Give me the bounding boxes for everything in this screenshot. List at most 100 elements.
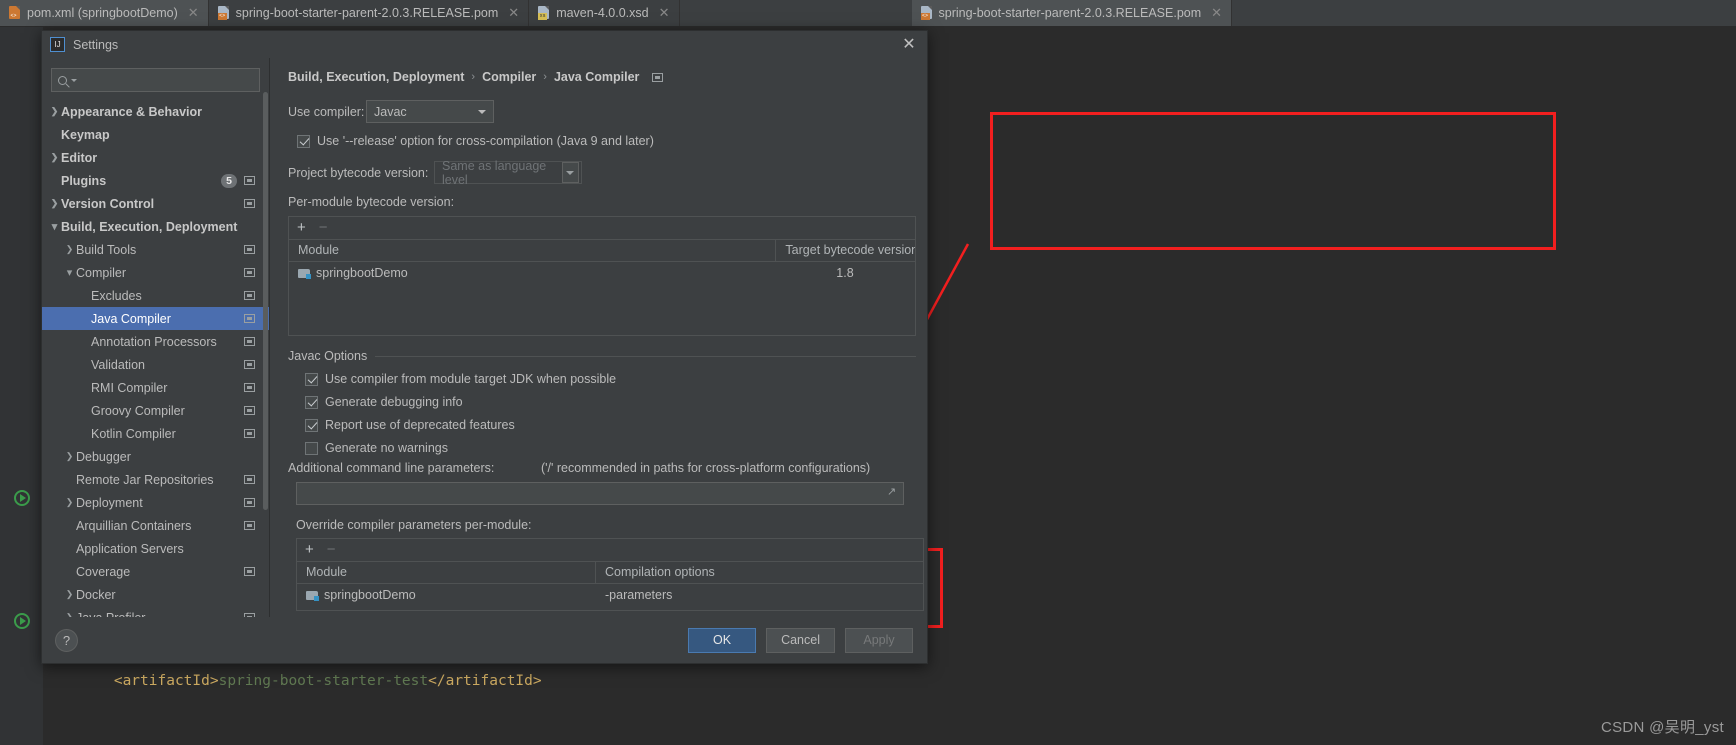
sidebar-item-editor[interactable]: ❯ Editor [42,146,269,169]
sidebar-scrollbar[interactable] [263,92,268,510]
sidebar-item-plugins[interactable]: ❯Plugins5 [42,169,269,192]
column-header-module[interactable]: Module [297,562,596,583]
report-deprecated-checkbox[interactable] [305,418,318,432]
chevron-down-icon[interactable]: ▾ [48,220,61,233]
sidebar-item-build-execution-deployment[interactable]: ▾ Build, Execution, Deployment [42,215,269,238]
column-header-target-bytecode[interactable]: Target bytecode version [776,240,915,261]
chevron-right-icon[interactable]: ❯ [48,198,61,209]
javac-checkbox-row-2[interactable]: Report use of deprecated features [305,418,927,432]
javac-checkbox-row-0[interactable]: Use compiler from module target JDK when… [305,372,927,386]
additional-params-input[interactable]: ↗ [296,482,904,505]
chevron-down-icon[interactable] [561,162,579,183]
settings-tree[interactable]: ❯Appearance & Behavior❯Keymap❯Editor❯Plu… [42,100,269,620]
table-row[interactable]: springbootDemo 1.8 [289,262,915,284]
search-input[interactable] [51,68,260,92]
copy-settings-icon[interactable] [244,383,255,392]
apply-button[interactable]: Apply [845,627,913,653]
chevron-right-icon[interactable]: ❯ [63,451,76,462]
sidebar-item-rmi-compiler[interactable]: ❯RMI Compiler [42,376,269,399]
search-icon [58,75,67,85]
sidebar-item-version-control[interactable]: ❯ Version Control [42,192,269,215]
sidebar-item-appearance-behavior[interactable]: ❯ Appearance & Behavior [42,100,269,123]
chevron-right-icon[interactable]: ❯ [63,244,76,255]
run-gutter-icon-2[interactable] [14,613,30,629]
copy-settings-icon[interactable] [244,314,255,323]
chevron-down-icon[interactable] [472,101,491,122]
close-icon[interactable]: ✕ [901,37,917,53]
chevron-right-icon[interactable]: ❯ [48,106,61,117]
copy-settings-icon[interactable] [244,268,255,277]
sidebar-item-coverage[interactable]: ❯Coverage [42,560,269,583]
sidebar-item-label: Compiler [76,265,127,280]
editor-tab-0[interactable]: <> pom.xml (springbootDemo) ✕ [0,0,209,26]
editor-tab-1[interactable]: <> spring-boot-starter-parent-2.0.3.RELE… [209,0,530,26]
sidebar-item-debugger[interactable]: ❯ Debugger [42,445,269,468]
column-header-module[interactable]: Module [289,240,777,261]
breadcrumb-part-1[interactable]: Build, Execution, Deployment [288,70,464,84]
copy-settings-icon[interactable] [244,406,255,415]
copy-settings-icon[interactable] [244,475,255,484]
copy-settings-icon[interactable] [244,567,255,576]
sidebar-item-excludes[interactable]: ❯Excludes [42,284,269,307]
chevron-down-icon[interactable] [71,78,77,82]
copy-settings-icon[interactable] [244,337,255,346]
copy-settings-icon[interactable] [244,429,255,438]
sidebar-item-kotlin-compiler[interactable]: ❯Kotlin Compiler [42,422,269,445]
copy-settings-icon[interactable] [244,291,255,300]
chevron-down-icon[interactable]: ▾ [63,266,76,279]
add-row-button[interactable]: + [305,542,314,557]
column-header-compilation-options[interactable]: Compilation options [596,562,923,583]
copy-settings-icon[interactable] [244,498,255,507]
close-icon[interactable]: ✕ [659,5,670,21]
sidebar-item-keymap[interactable]: ❯Keymap [42,123,269,146]
sidebar-item-label: Annotation Processors [91,334,217,349]
run-gutter-icon-1[interactable] [14,490,30,506]
sidebar-item-application-servers[interactable]: ❯Application Servers [42,537,269,560]
sidebar-item-build-tools[interactable]: ❯ Build Tools [42,238,269,261]
help-button[interactable]: ? [55,629,78,652]
sidebar-item-arquillian-containers[interactable]: ❯Arquillian Containers [42,514,269,537]
copy-settings-icon[interactable] [244,360,255,369]
sidebar-item-annotation-processors[interactable]: ❯Annotation Processors [42,330,269,353]
generate-debugging-info-checkbox[interactable] [305,395,318,409]
sidebar-item-validation[interactable]: ❯Validation [42,353,269,376]
chevron-right-icon[interactable]: ❯ [48,152,61,163]
use-compiler-select[interactable]: Javac [366,100,494,123]
javac-checkbox-row-1[interactable]: Generate debugging info [305,395,927,409]
expand-icon[interactable]: ↗ [887,487,898,498]
close-icon[interactable]: ✕ [188,5,199,21]
javac-checkbox-row-3[interactable]: Generate no warnings [305,441,927,455]
copy-settings-icon[interactable] [244,245,255,254]
close-icon[interactable]: ✕ [1211,5,1222,21]
add-row-button[interactable]: + [297,220,306,235]
editor-tab-2[interactable]: xs maven-4.0.0.xsd ✕ [529,0,680,26]
ok-button[interactable]: OK [688,627,757,653]
use-target-jdk-checkbox[interactable] [305,372,318,386]
sidebar-item-docker[interactable]: ❯ Docker [42,583,269,606]
sidebar-item-groovy-compiler[interactable]: ❯Groovy Compiler [42,399,269,422]
cell-module: springbootDemo [297,588,596,602]
copy-settings-icon[interactable] [244,176,255,185]
cell-module-label: springbootDemo [324,588,416,602]
cancel-button[interactable]: Cancel [766,627,835,653]
project-bytecode-select[interactable]: Same as language level [434,159,582,187]
copy-settings-icon[interactable] [244,199,255,208]
release-option-row[interactable]: Use '--release' option for cross-compila… [297,134,927,148]
release-option-checkbox[interactable] [297,134,310,148]
sidebar-item-remote-jar-repositories[interactable]: ❯Remote Jar Repositories [42,468,269,491]
chevron-right-icon[interactable]: ❯ [63,589,76,600]
chevron-right-icon[interactable]: ❯ [63,497,76,508]
copy-settings-icon[interactable] [652,72,664,82]
dialog-titlebar: Settings ✕ [42,31,927,58]
breadcrumb-part-2[interactable]: Compiler [482,70,536,84]
sidebar-item-java-compiler[interactable]: ❯Java Compiler [42,307,269,330]
close-icon[interactable]: ✕ [508,5,519,21]
generate-no-warnings-checkbox[interactable] [305,441,318,455]
sidebar-item-compiler[interactable]: ▾ Compiler [42,261,269,284]
copy-settings-icon[interactable] [244,521,255,530]
remove-row-button[interactable]: − [327,542,336,557]
sidebar-item-deployment[interactable]: ❯ Deployment [42,491,269,514]
remove-row-button[interactable]: − [319,220,328,235]
editor-tab-3[interactable]: <> spring-boot-starter-parent-2.0.3.RELE… [911,0,1233,26]
table-row[interactable]: springbootDemo -parameters [297,584,923,606]
